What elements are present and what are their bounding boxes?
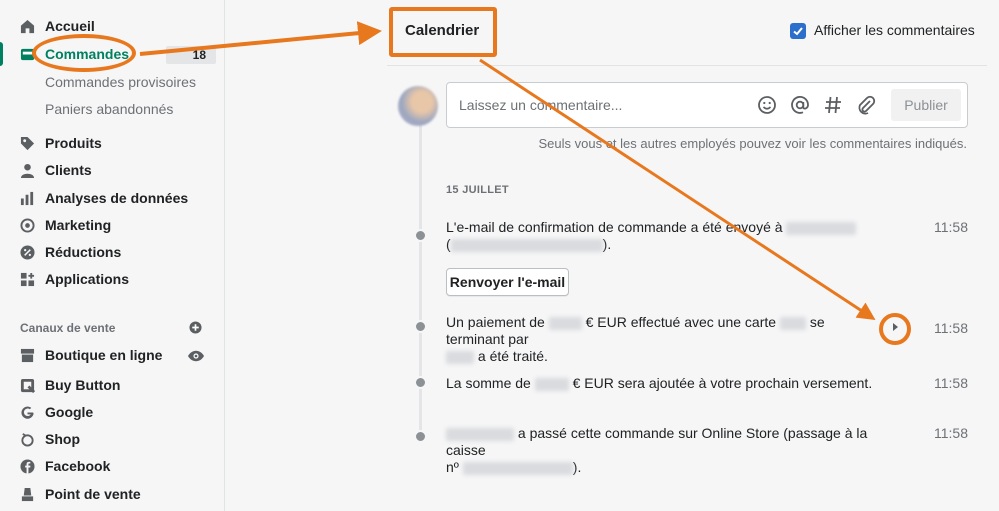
annotation-arrow-title (139, 21, 382, 56)
annotation-arrows (139, 21, 876, 320)
annotation-arrow-caret (479, 58, 876, 320)
app-root: Accueil Commandes 18 Commandes provisoir… (0, 0, 999, 511)
